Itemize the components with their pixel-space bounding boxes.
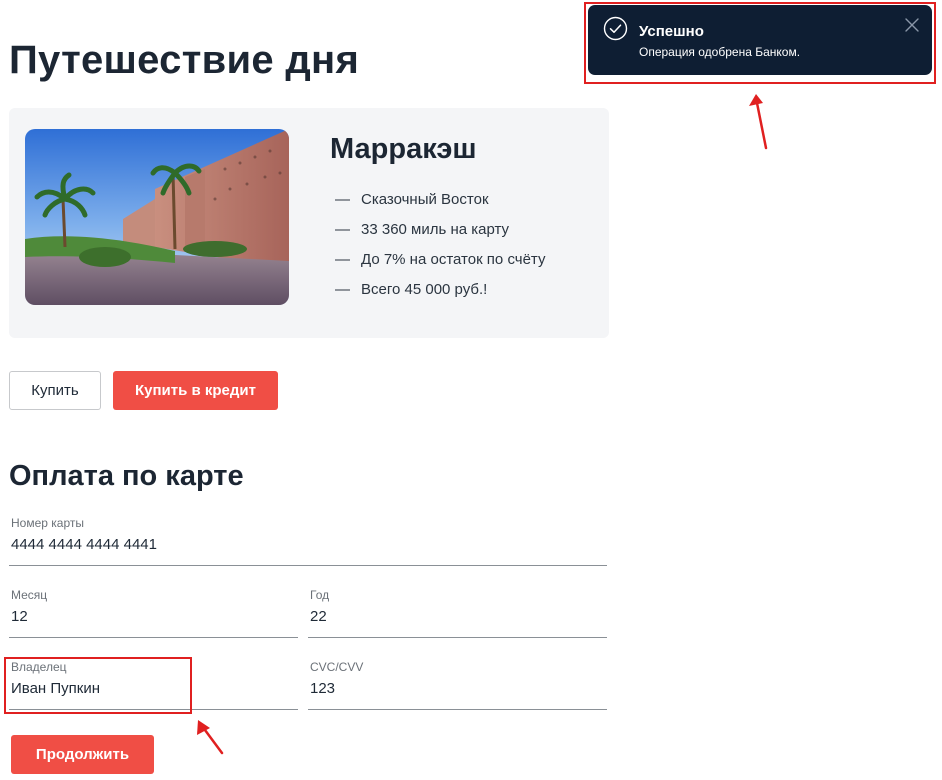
year-input[interactable]: 22 [310,608,327,625]
check-circle-icon [603,16,628,41]
city-photo [25,129,289,305]
payment-title: Оплата по карте [9,460,244,492]
feature-text: До 7% на остаток по счёту [361,251,546,268]
feature-item: — Всего 45 000 руб.! [335,280,545,310]
success-notification: Успешно Операция одобрена Банком. [588,5,932,75]
close-icon[interactable] [905,18,919,32]
marrakesh-wall-image [25,129,289,305]
features-list: — Сказочный Восток —33 360 миль на карту … [335,190,545,310]
buy-credit-button[interactable]: Купить в кредит [113,371,278,410]
feature-item: — 33 360 миль на карту [335,220,545,250]
owner-label: Владелец [11,660,67,674]
year-label: Год [310,588,330,602]
continue-button[interactable]: Продолжить [11,735,154,774]
dash-marker: — [335,281,350,298]
owner-input[interactable]: Иван Пупкин [11,680,100,697]
card-number-label: Номер карты [11,516,84,530]
dash-marker: — [335,191,350,208]
feature-text: Сказочный Восток [361,191,489,208]
page-title: Путешествие дня [9,38,360,82]
cvc-label: CVC/CVV [310,660,364,674]
month-field[interactable]: Месяц 12 [9,588,298,638]
owner-field[interactable]: Владелец Иван Пупкин [9,660,298,710]
feature-text: Всего 45 000 руб.! [361,281,488,298]
notification-title: Успешно [639,23,704,40]
year-field[interactable]: Год 22 [308,588,607,638]
dash-marker: — [335,251,350,268]
cvc-field[interactable]: CVC/CVV 123 [308,660,607,710]
feature-item: — Сказочный Восток [335,190,545,220]
notification-message: Операция одобрена Банком. [639,45,801,59]
dash-marker: — [335,221,350,238]
annotation-arrow-icon [749,94,768,150]
feature-item: — До 7% на остаток по счёту [335,250,545,280]
card-number-input[interactable]: 4444 4444 4444 4441 [11,536,157,553]
annotation-arrow-icon [197,720,224,755]
city-name: Марракэш [330,133,477,165]
buy-button[interactable]: Купить [9,371,101,410]
month-input[interactable]: 12 [11,608,28,625]
card-number-field[interactable]: Номер карты 4444 4444 4444 4441 [9,516,607,566]
tour-card: Марракэш — Сказочный Восток — 33 360 миль … [9,108,609,338]
cvc-input[interactable]: 123 [310,680,335,697]
month-label: Месяц [11,588,48,602]
feature-text: 33 360 миль на карту [361,221,510,238]
